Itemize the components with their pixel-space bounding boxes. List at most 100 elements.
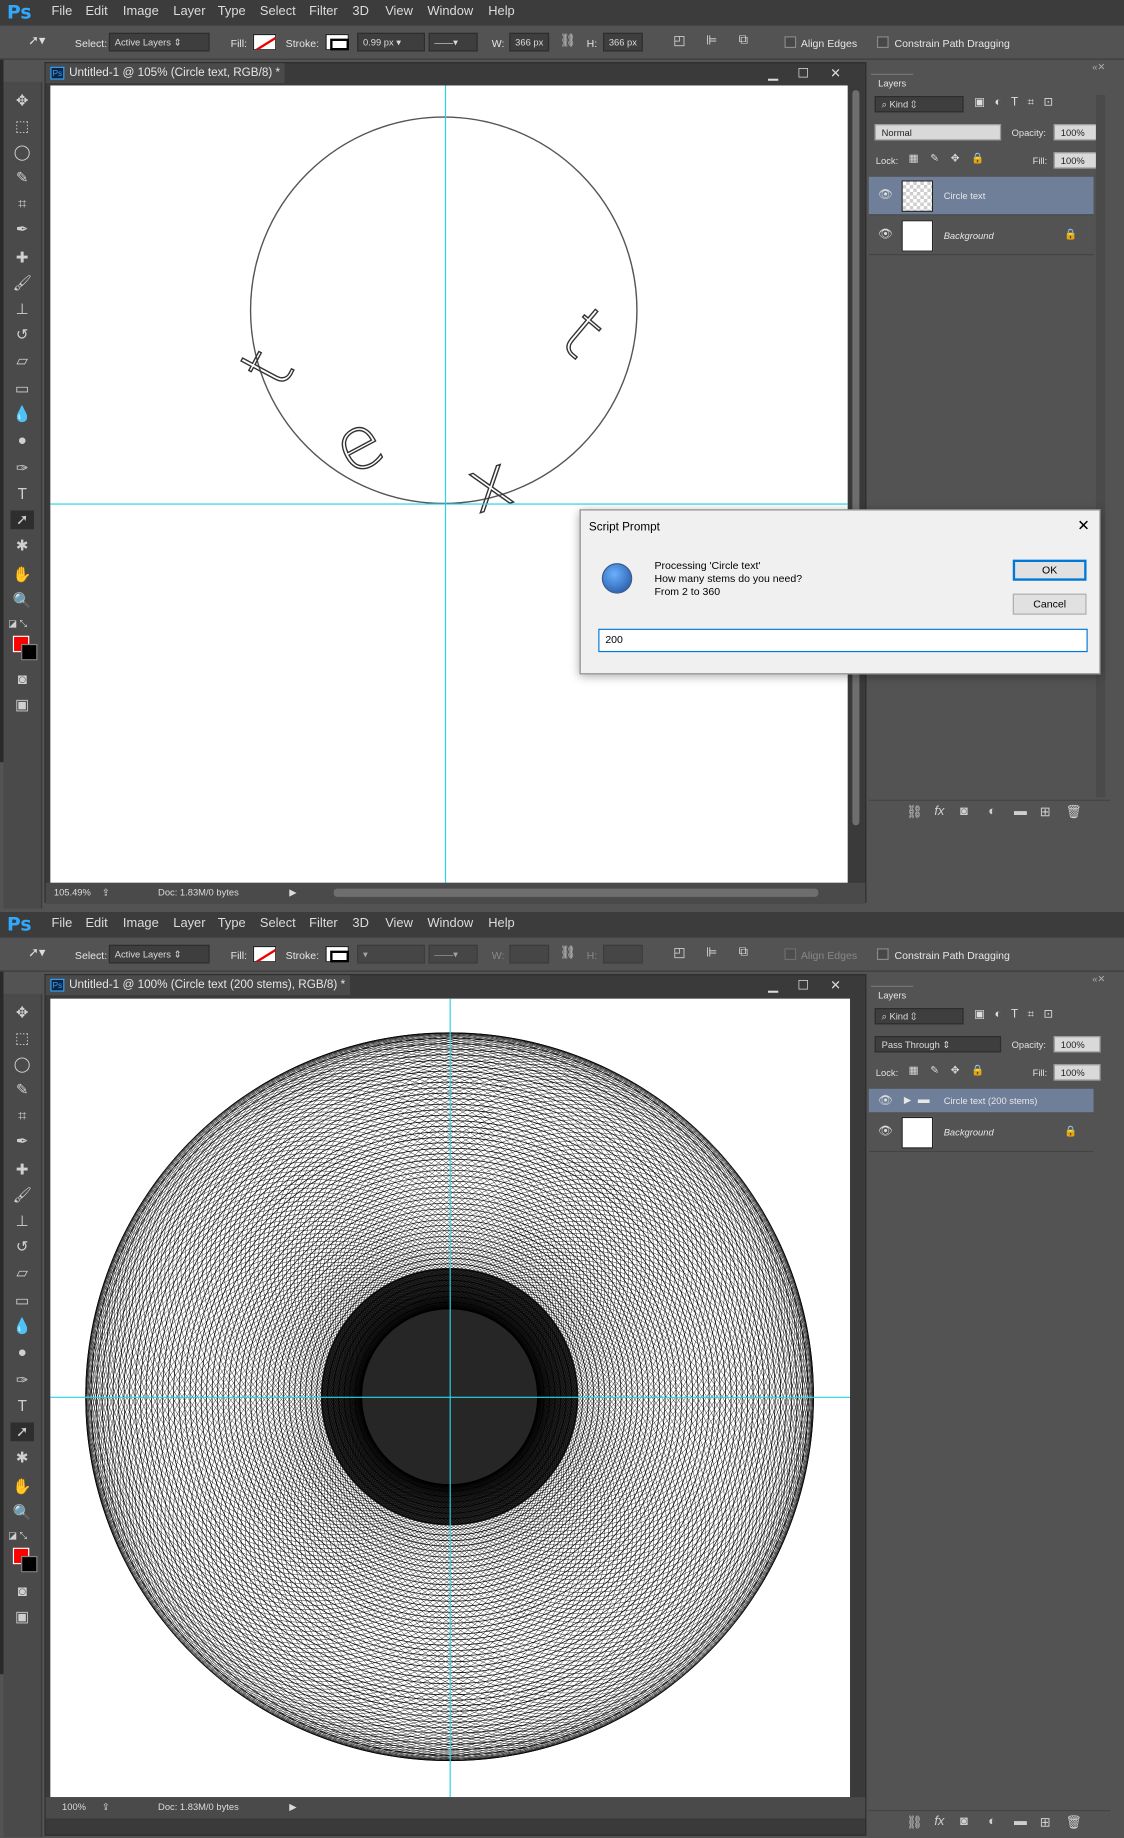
stroke-type-dropdown[interactable]: ——▾ bbox=[428, 32, 478, 52]
screen-mode-icon[interactable]: ▣ bbox=[11, 1607, 34, 1626]
path-operations-icon[interactable]: ◰ bbox=[673, 945, 685, 960]
blend-mode-dropdown[interactable]: Normal bbox=[874, 124, 1002, 141]
stems-input[interactable]: 200 bbox=[598, 628, 1088, 653]
menu-image[interactable]: Image bbox=[123, 5, 159, 19]
zoom-level[interactable]: 100% bbox=[62, 1802, 86, 1813]
lock-icons[interactable]: ▦✎✥🔒 bbox=[909, 1064, 997, 1077]
clone-stamp-tool-icon[interactable]: ⊥ bbox=[11, 1212, 34, 1231]
menu-3d[interactable]: 3D bbox=[352, 5, 368, 19]
move-tool-icon[interactable]: ✥ bbox=[11, 1003, 34, 1022]
lock-icons[interactable]: ▦✎✥🔒 bbox=[909, 152, 997, 165]
canvas[interactable]: t e x t bbox=[50, 85, 848, 883]
blur-tool-icon[interactable]: 💧 bbox=[11, 1317, 34, 1336]
eyedropper-tool-icon[interactable]: ✒ bbox=[11, 1132, 34, 1151]
fill-field[interactable]: 100% bbox=[1053, 152, 1101, 169]
layers-tab[interactable]: Layers bbox=[871, 73, 914, 93]
maximize-icon[interactable]: ☐ bbox=[797, 978, 809, 993]
quick-select-tool-icon[interactable]: ✎ bbox=[11, 1081, 34, 1100]
kind-filter-dropdown[interactable]: ⌕ Kind ⇕ bbox=[874, 1008, 964, 1025]
menu-help[interactable]: Help bbox=[488, 5, 514, 19]
delete-layer-icon[interactable]: 🗑 bbox=[1065, 1815, 1081, 1830]
status-export-icon[interactable]: ⇪ bbox=[102, 887, 110, 898]
layers-tab[interactable]: Layers bbox=[871, 985, 914, 1005]
menu-window[interactable]: Window bbox=[427, 5, 473, 19]
blur-tool-icon[interactable]: 💧 bbox=[11, 405, 34, 424]
gradient-tool-icon[interactable]: ▭ bbox=[11, 379, 34, 398]
dodge-tool-icon[interactable]: ● bbox=[11, 1343, 34, 1362]
screen-mode-icon[interactable]: ▣ bbox=[11, 695, 34, 714]
fill-swatch[interactable] bbox=[252, 33, 277, 51]
visibility-eye-icon[interactable]: 👁 bbox=[878, 228, 893, 241]
visibility-eye-icon[interactable]: 👁 bbox=[878, 1095, 893, 1108]
link-icon[interactable]: ⛓ bbox=[560, 945, 576, 960]
new-layer-icon[interactable]: ⊞ bbox=[1040, 1815, 1051, 1830]
menu-select[interactable]: Select bbox=[260, 917, 296, 931]
healing-brush-tool-icon[interactable]: ✚ bbox=[11, 1160, 34, 1179]
status-export-icon[interactable]: ⇪ bbox=[102, 1802, 110, 1813]
fill-field[interactable]: 100% bbox=[1053, 1064, 1101, 1081]
menu-file[interactable]: File bbox=[52, 917, 73, 931]
menu-layer[interactable]: Layer bbox=[173, 5, 205, 19]
ok-button[interactable]: OK bbox=[1012, 559, 1087, 581]
menu-edit[interactable]: Edit bbox=[85, 5, 107, 19]
align-edges-checkbox[interactable] bbox=[784, 36, 797, 49]
menu-type[interactable]: Type bbox=[218, 5, 246, 19]
horizontal-guide[interactable] bbox=[50, 1396, 851, 1398]
eraser-tool-icon[interactable]: ▱ bbox=[11, 1263, 34, 1282]
path-select-tool-icon[interactable]: ➚▾ bbox=[28, 945, 45, 960]
path-arrangement-icon[interactable]: ⧉ bbox=[739, 945, 748, 960]
healing-brush-tool-icon[interactable]: ✚ bbox=[11, 248, 34, 267]
menu-select[interactable]: Select bbox=[260, 5, 296, 19]
move-tool-icon[interactable]: ✥ bbox=[11, 91, 34, 110]
stroke-width-field[interactable]: ▾ bbox=[357, 944, 426, 964]
shape-tool-icon[interactable]: ✱ bbox=[11, 536, 34, 555]
gradient-tool-icon[interactable]: ▭ bbox=[11, 1291, 34, 1310]
path-selection-tool-icon[interactable]: ➚ bbox=[10, 510, 34, 530]
path-alignment-icon[interactable]: ⊫ bbox=[706, 945, 717, 960]
pen-tool-icon[interactable]: ✑ bbox=[11, 1371, 34, 1390]
panel-collapse-icon[interactable]: «✕ bbox=[1092, 62, 1105, 73]
path-selection-tool-icon[interactable]: ➚ bbox=[10, 1422, 34, 1442]
adjustment-layer-icon[interactable]: ◐ bbox=[988, 1815, 996, 1829]
marquee-tool-icon[interactable]: ⬚ bbox=[11, 117, 34, 136]
dodge-tool-icon[interactable]: ● bbox=[11, 431, 34, 450]
menu-edit[interactable]: Edit bbox=[85, 917, 107, 931]
link-layers-icon[interactable]: ⛓ bbox=[906, 1815, 922, 1830]
type-tool-icon[interactable]: T bbox=[11, 485, 34, 504]
menu-filter[interactable]: Filter bbox=[309, 917, 338, 931]
menu-view[interactable]: View bbox=[385, 5, 413, 19]
constrain-path-checkbox[interactable] bbox=[876, 948, 889, 961]
vertical-guide[interactable] bbox=[444, 85, 447, 883]
vertical-scroll-thumb[interactable] bbox=[852, 90, 860, 826]
layer-group-row[interactable]: 👁 ▶ ▬ Circle text (200 stems) bbox=[868, 1088, 1094, 1113]
fx-icon[interactable]: fx bbox=[934, 804, 944, 818]
status-menu-arrow-icon[interactable]: ▶ bbox=[289, 887, 296, 898]
zoom-level[interactable]: 105.49% bbox=[54, 887, 91, 898]
layer-row-background[interactable]: 👁 Background 🔒 bbox=[868, 1113, 1094, 1153]
status-menu-arrow-icon[interactable]: ▶ bbox=[289, 1802, 296, 1813]
default-colors-icon[interactable]: ◪ ⤡ bbox=[6, 615, 29, 634]
lasso-tool-icon[interactable]: ◯ bbox=[11, 143, 34, 162]
align-edges-checkbox[interactable] bbox=[784, 948, 797, 961]
layer-row-background[interactable]: 👁 Background 🔒 bbox=[868, 216, 1094, 256]
width-field[interactable] bbox=[509, 944, 550, 964]
quick-mask-icon[interactable]: ◙ bbox=[11, 1582, 34, 1601]
opacity-field[interactable]: 100% bbox=[1053, 1036, 1101, 1053]
path-operations-icon[interactable]: ◰ bbox=[673, 33, 685, 48]
shape-tool-icon[interactable]: ✱ bbox=[11, 1448, 34, 1467]
brush-tool-icon[interactable]: 🖌 bbox=[11, 1186, 34, 1205]
add-mask-icon[interactable]: ◙ bbox=[960, 804, 968, 818]
visibility-eye-icon[interactable]: 👁 bbox=[878, 189, 893, 202]
clone-stamp-tool-icon[interactable]: ⊥ bbox=[11, 300, 34, 319]
layer-row-circle-text[interactable]: 👁 Circle text bbox=[868, 176, 1094, 216]
menu-filter[interactable]: Filter bbox=[309, 5, 338, 19]
menu-help[interactable]: Help bbox=[488, 917, 514, 931]
layer-filter-icons[interactable]: ▣◐T⌗⊡ bbox=[974, 96, 1063, 109]
stroke-swatch[interactable] bbox=[325, 945, 349, 963]
close-icon[interactable]: ✕ bbox=[830, 66, 841, 81]
eyedropper-tool-icon[interactable]: ✒ bbox=[11, 220, 34, 239]
path-select-tool-icon[interactable]: ➚▾ bbox=[28, 33, 45, 48]
add-mask-icon[interactable]: ◙ bbox=[960, 1815, 968, 1829]
panel-scrollbar[interactable] bbox=[1095, 94, 1106, 798]
path-arrangement-icon[interactable]: ⧉ bbox=[739, 33, 748, 48]
